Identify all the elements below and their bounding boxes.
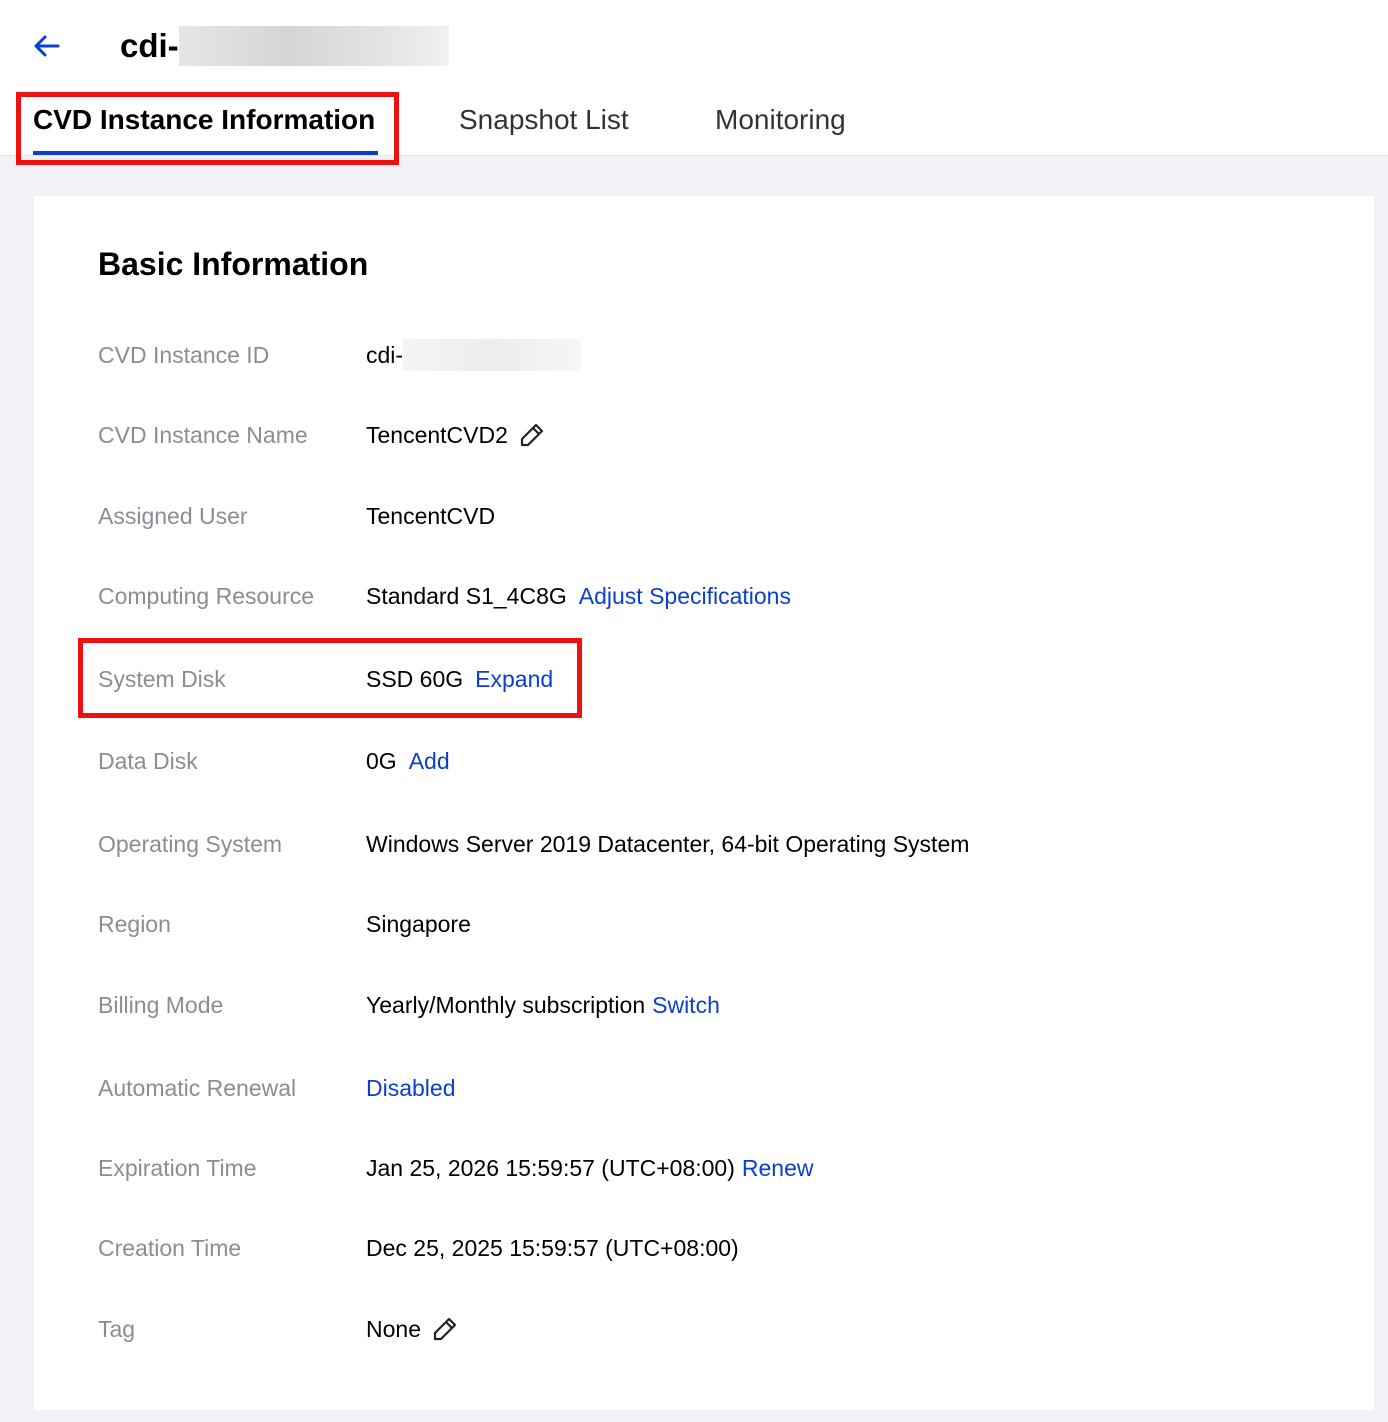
field-label: CVD Instance ID [98, 341, 270, 368]
row-creation-time: Creation Time Dec 25, 2025 15:59:57 (UTC… [98, 1228, 739, 1268]
field-label: Expiration Time [98, 1154, 257, 1181]
field-value: None [366, 1315, 459, 1343]
field-label: Data Disk [98, 747, 198, 774]
field-label: CVD Instance Name [98, 421, 308, 448]
field-label: Billing Mode [98, 991, 224, 1018]
adjust-specifications-link[interactable]: Adjust Specifications [579, 583, 791, 610]
active-tab-indicator [33, 151, 378, 155]
field-label: Operating System [98, 830, 283, 857]
disabled-link[interactable]: Disabled [366, 1075, 456, 1102]
renew-link[interactable]: Renew [742, 1155, 814, 1182]
page-title: cdi- [120, 24, 449, 68]
row-billing-mode: Billing Mode Yearly/Monthly subscription… [98, 985, 720, 1025]
computing-resource-value: Standard S1_4C8G [366, 582, 567, 609]
expiration-time-value: Jan 25, 2026 15:59:57 (UTC+08:00) [366, 1154, 735, 1181]
field-value: Jan 25, 2026 15:59:57 (UTC+08:00) Renew [366, 1155, 814, 1182]
section-title: Basic Information [98, 246, 369, 282]
field-label: Assigned User [98, 502, 248, 529]
field-label: Tag [98, 1315, 136, 1342]
field-label: Creation Time [98, 1234, 242, 1261]
field-value: TencentCVD [366, 502, 496, 529]
tag-value: None [366, 1315, 421, 1342]
field-value: TencentCVD2 [366, 421, 546, 449]
arrow-left-icon[interactable] [28, 28, 68, 64]
tab-label: Snapshot List [459, 104, 629, 135]
row-system-disk: System Disk SSD 60G Expand [98, 659, 553, 699]
redacted-title-block [178, 26, 449, 66]
pencil-icon[interactable] [518, 421, 546, 449]
tab-cvd-instance-information[interactable]: CVD Instance Information [33, 104, 375, 152]
instance-name-value: TencentCVD2 [366, 421, 508, 448]
add-link[interactable]: Add [409, 748, 450, 775]
field-value: 0G Add [366, 748, 450, 775]
expand-link[interactable]: Expand [475, 666, 553, 693]
tab-label: Monitoring [715, 104, 846, 135]
page-title-prefix: cdi- [120, 27, 179, 64]
field-value: Dec 25, 2025 15:59:57 (UTC+08:00) [366, 1234, 739, 1261]
instance-id-prefix: cdi- [366, 341, 404, 368]
field-value: Standard S1_4C8G Adjust Specifications [366, 583, 791, 610]
row-data-disk: Data Disk 0G Add [98, 741, 450, 781]
field-value: SSD 60G Expand [366, 666, 553, 693]
field-label: System Disk [98, 665, 226, 692]
row-computing-resource: Computing Resource Standard S1_4C8G Adju… [98, 576, 791, 616]
field-value: cdi- [366, 339, 582, 371]
tab-monitoring[interactable]: Monitoring [715, 104, 846, 152]
field-label: Automatic Renewal [98, 1074, 297, 1101]
basic-information-card: Basic Information CVD Instance ID cdi- C… [34, 196, 1374, 1410]
row-expiration-time: Expiration Time Jan 25, 2026 15:59:57 (U… [98, 1148, 814, 1188]
tab-snapshot-list[interactable]: Snapshot List [459, 104, 629, 152]
row-automatic-renewal: Automatic Renewal Disabled [98, 1068, 456, 1108]
redacted-id-block [403, 339, 582, 371]
row-tag: Tag None [98, 1309, 459, 1349]
field-label: Region [98, 910, 171, 937]
row-operating-system: Operating System Windows Server 2019 Dat… [98, 824, 969, 864]
pencil-icon[interactable] [431, 1315, 459, 1343]
field-value: Singapore [366, 910, 471, 937]
row-assigned-user: Assigned User TencentCVD [98, 496, 495, 536]
billing-mode-value: Yearly/Monthly subscription [366, 991, 646, 1018]
row-region: Region Singapore [98, 904, 471, 944]
switch-link[interactable]: Switch [652, 992, 720, 1019]
row-instance-id: CVD Instance ID cdi- [98, 335, 582, 375]
top-bar: cdi- CVD Instance Information Snapshot L… [0, 0, 1388, 156]
data-disk-value: 0G [366, 747, 397, 774]
field-value: Yearly/Monthly subscription Switch [366, 992, 720, 1019]
field-label: Computing Resource [98, 582, 315, 609]
field-value: Windows Server 2019 Datacenter, 64-bit O… [366, 830, 970, 857]
system-disk-value: SSD 60G [366, 665, 464, 692]
tab-label: CVD Instance Information [33, 104, 376, 135]
row-instance-name: CVD Instance Name TencentCVD2 [98, 415, 546, 455]
field-value: Disabled [366, 1075, 456, 1102]
